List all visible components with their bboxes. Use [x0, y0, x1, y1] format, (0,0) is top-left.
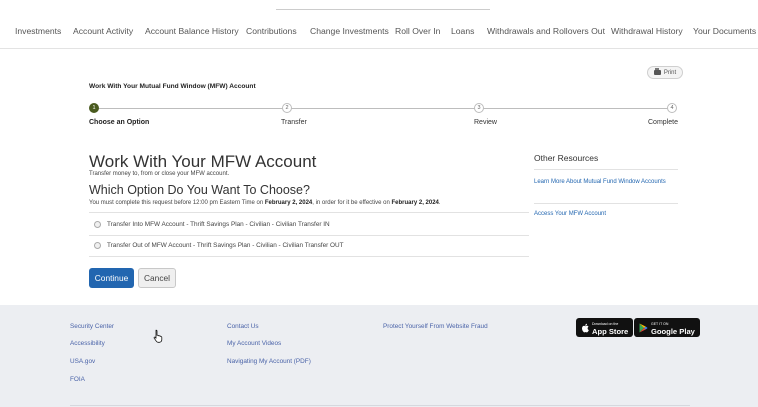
notice-date-2: February 2, 2024	[391, 200, 439, 206]
nav-withdrawal-history[interactable]: Withdrawal History	[611, 26, 683, 36]
step-3-label: Review	[474, 119, 497, 126]
nav-change-investments[interactable]: Change Investments	[310, 26, 389, 36]
question-heading: Which Option Do You Want To Choose?	[89, 183, 310, 197]
hand-cursor-icon	[153, 329, 163, 343]
resources-divider	[534, 169, 678, 170]
footer-accessibility[interactable]: Accessibility	[70, 340, 105, 347]
cancel-button[interactable]: Cancel	[138, 268, 176, 288]
option-transfer-in-label: Transfer Into MFW Account - Thrift Savin…	[107, 221, 330, 228]
nav-roll-over-in[interactable]: Roll Over In	[395, 26, 440, 36]
footer-divider	[70, 405, 690, 406]
notice-text-1: You must complete this request before 12…	[89, 200, 265, 206]
resources-title: Other Resources	[534, 153, 599, 163]
step-4-label: Complete	[648, 119, 678, 126]
page-subtitle: Work With Your Mutual Fund Window (MFW) …	[89, 83, 256, 90]
step-3-marker: 3	[474, 103, 484, 113]
print-label: Print	[663, 69, 677, 76]
nav-divider	[0, 48, 758, 49]
apple-icon	[582, 323, 589, 332]
option-divider	[89, 256, 529, 257]
nav-withdrawals-rollovers-out[interactable]: Withdrawals and Rollovers Out	[487, 26, 605, 36]
step-2-label: Transfer	[281, 119, 307, 126]
step-2-marker: 2	[282, 103, 292, 113]
option-transfer-in[interactable]: Transfer Into MFW Account - Thrift Savin…	[94, 221, 330, 228]
option-transfer-out-label: Transfer Out of MFW Account - Thrift Sav…	[107, 242, 344, 249]
print-button[interactable]: Print	[647, 66, 683, 79]
deadline-notice: You must complete this request before 12…	[89, 200, 441, 206]
option-divider	[89, 212, 529, 213]
step-1-marker: 1	[89, 103, 99, 113]
printer-icon	[653, 68, 661, 75]
option-transfer-out[interactable]: Transfer Out of MFW Account - Thrift Sav…	[94, 242, 344, 249]
page-title: Work With Your MFW Account	[89, 152, 317, 171]
stepper-track	[94, 108, 676, 109]
google-play-icon	[639, 323, 648, 332]
footer-navigating-account-pdf[interactable]: Navigating My Account (PDF)	[227, 358, 311, 365]
google-play-big: Google Play	[651, 326, 695, 336]
app-store-text: Download on the App Store	[592, 321, 628, 335]
link-learn-more-mfw[interactable]: Learn More About Mutual Fund Window Acco…	[534, 178, 674, 187]
footer: Security Center Accessibility USA.gov FO…	[0, 305, 758, 407]
nav-account-balance-history[interactable]: Account Balance History	[145, 26, 239, 36]
footer-protect-yourself[interactable]: Protect Yourself From Website Fraud	[383, 323, 488, 330]
nav-investments[interactable]: Investments	[15, 26, 61, 36]
link-access-mfw[interactable]: Access Your MFW Account	[534, 210, 674, 219]
footer-account-videos[interactable]: My Account Videos	[227, 340, 281, 347]
step-4-marker: 4	[667, 103, 677, 113]
radio-transfer-in[interactable]	[94, 221, 101, 228]
nav-contributions[interactable]: Contributions	[246, 26, 297, 36]
google-play-badge[interactable]: GET IT ON Google Play	[634, 318, 700, 337]
resources-divider	[534, 203, 678, 204]
nav-account-activity[interactable]: Account Activity	[73, 26, 133, 36]
footer-security-center[interactable]: Security Center	[70, 323, 114, 330]
notice-text-3: .	[438, 200, 441, 206]
top-divider	[276, 0, 490, 10]
app-store-badge[interactable]: Download on the App Store	[576, 318, 634, 337]
page-description: Transfer money to, from or close your MF…	[89, 171, 230, 177]
step-1-label: Choose an Option	[89, 119, 150, 126]
google-play-text: GET IT ON Google Play	[651, 321, 695, 335]
main-content: Print Work With Your Mutual Fund Window …	[60, 52, 700, 300]
footer-usa-gov[interactable]: USA.gov	[70, 358, 95, 365]
app-store-big: App Store	[592, 326, 629, 336]
notice-date-1: February 2, 2024	[264, 200, 313, 206]
radio-transfer-out[interactable]	[94, 242, 101, 249]
option-divider	[89, 235, 529, 236]
footer-foia[interactable]: FOIA	[70, 376, 85, 383]
nav-loans[interactable]: Loans	[451, 26, 474, 36]
notice-text-2: , in order for it be effective on	[312, 200, 392, 206]
main-nav: Investments Account Activity Account Bal…	[0, 22, 758, 42]
footer-contact-us[interactable]: Contact Us	[227, 323, 259, 330]
continue-button[interactable]: Continue	[89, 268, 134, 288]
nav-your-documents[interactable]: Your Documents	[693, 26, 756, 36]
